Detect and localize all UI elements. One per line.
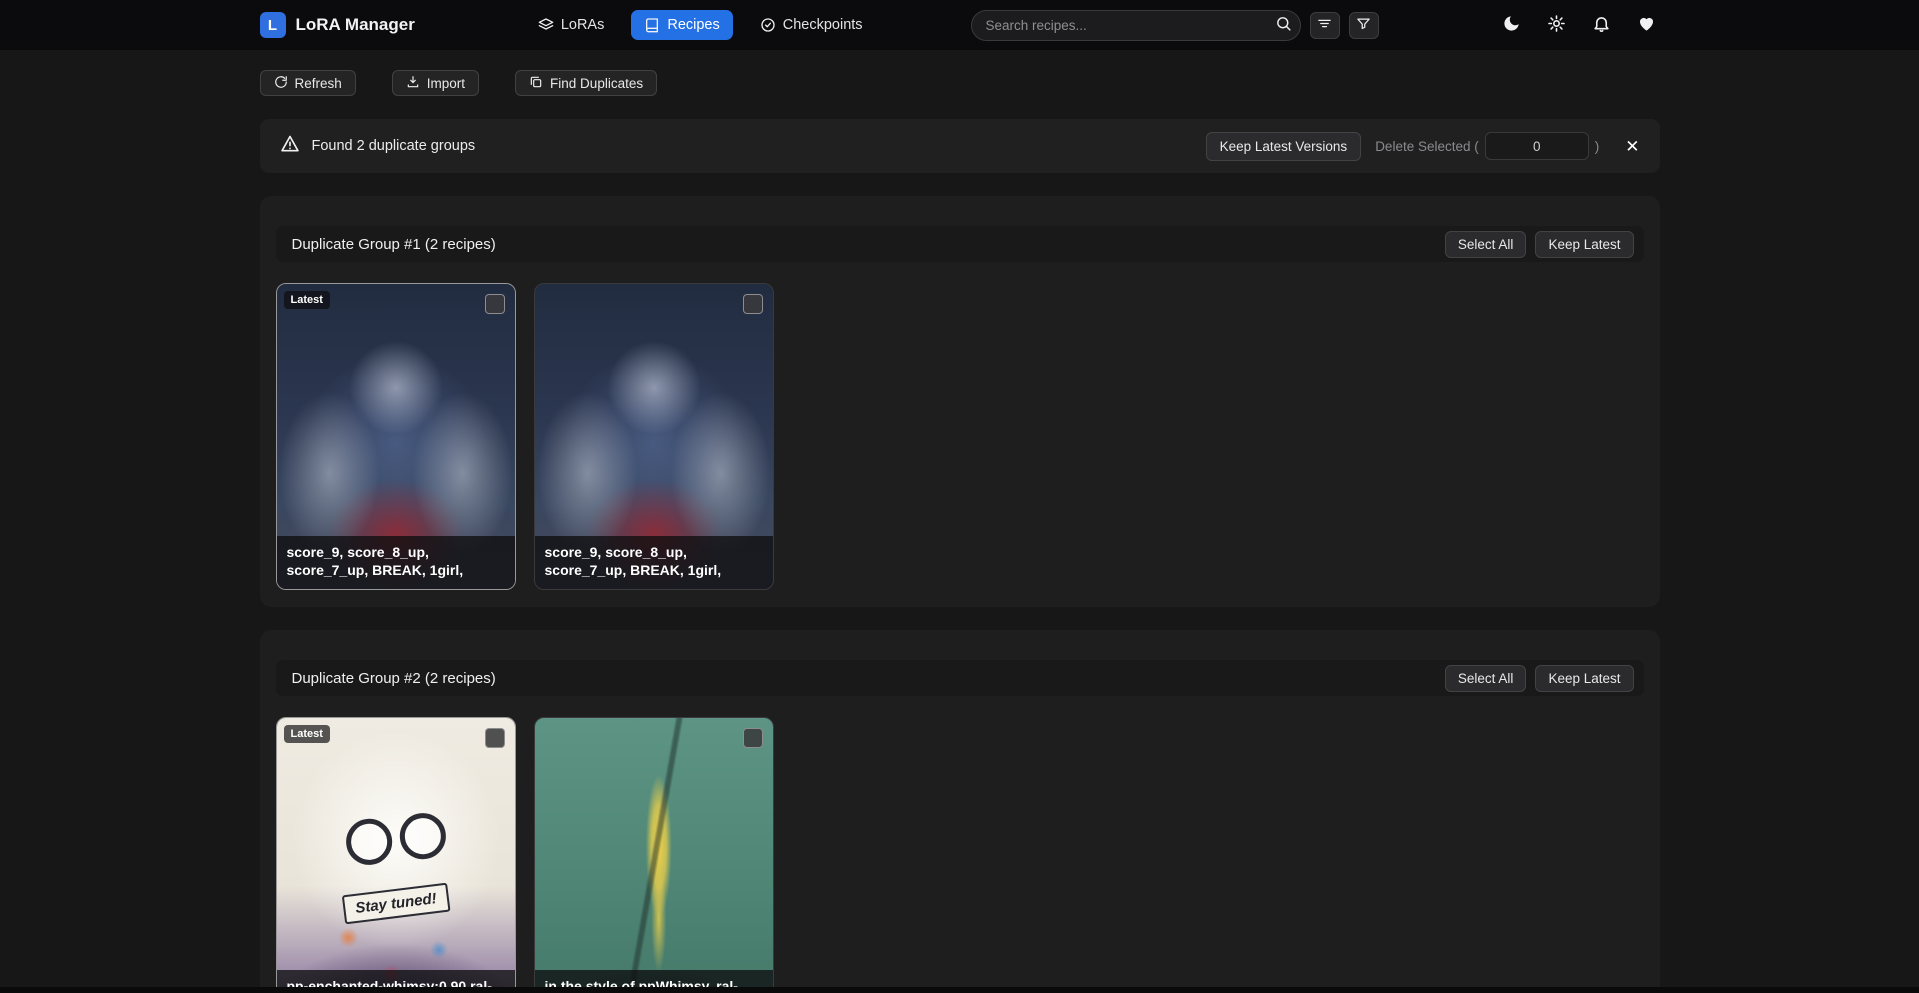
recipe-card[interactable]: in the style of ppWhimsy, ral-frctlgmtry… [534,717,774,993]
heart-icon [1637,14,1656,36]
cards-row: Latest score_9, score_8_up, score_7_up, … [276,283,1644,590]
find-duplicates-button[interactable]: Find Duplicates [515,70,657,96]
sign-text: Stay tuned! [341,882,449,924]
search-button[interactable] [1275,15,1292,35]
cat-glasses-artwork [343,810,447,866]
search-wrap [971,10,1301,41]
find-duplicates-label: Find Duplicates [550,76,643,91]
main-nav: LoRAs Recipes Checkpoints [525,10,876,40]
alert-actions: Keep Latest Versions Delete Selected ( )… [1206,132,1640,161]
latest-badge: Latest [284,725,330,743]
delete-selected-group: Delete Selected ( ) [1375,132,1599,160]
theme-toggle-button[interactable] [1499,12,1525,38]
card-checkbox[interactable] [485,294,505,314]
refresh-icon [274,75,288,92]
book-icon [644,17,660,33]
delete-selected-prefix: Delete Selected ( [1375,139,1479,154]
keep-latest-versions-button[interactable]: Keep Latest Versions [1206,132,1362,161]
card-checkbox[interactable] [485,728,505,748]
recipe-card[interactable]: Stay tuned! Latest pp-enchanted-whimsy:0… [276,717,516,993]
notifications-button[interactable] [1589,12,1615,38]
duplicate-group-panel-2: Duplicate Group #2 (2 recipes) Select Al… [260,630,1660,993]
support-button[interactable] [1634,12,1660,38]
nav-tab-loras[interactable]: LoRAs [525,10,618,40]
layers-icon [538,17,554,33]
group-title: Duplicate Group #2 (2 recipes) [292,670,496,687]
sliders-icon [1317,16,1332,34]
group-title: Duplicate Group #1 (2 recipes) [292,236,496,253]
funnel-icon [1356,16,1371,34]
refresh-label: Refresh [295,76,342,91]
select-all-button[interactable]: Select All [1445,231,1527,258]
group-header: Duplicate Group #2 (2 recipes) Select Al… [276,660,1644,696]
sort-options-button[interactable] [1310,12,1340,39]
refresh-button[interactable]: Refresh [260,70,356,96]
recipe-card[interactable]: score_9, score_8_up, score_7_up, BREAK, … [534,283,774,590]
copy-icon [529,75,543,92]
select-all-button[interactable]: Select All [1445,665,1527,692]
group-header-actions: Select All Keep Latest [1445,665,1634,692]
recipe-caption: score_9, score_8_up, score_7_up, BREAK, … [535,536,773,589]
card-checkbox[interactable] [743,728,763,748]
close-icon[interactable]: ✕ [1625,138,1639,155]
delete-selected-suffix: ) [1595,139,1600,154]
duplicate-group-panel-1: Duplicate Group #1 (2 recipes) Select Al… [260,196,1660,607]
import-button[interactable]: Import [392,70,479,96]
group-header-actions: Select All Keep Latest [1445,231,1634,258]
header-actions [1499,12,1660,38]
toolbar: Refresh Import Find Duplicates [260,70,1660,96]
bell-icon [1592,14,1611,36]
moon-icon [1502,14,1521,36]
search-icon [1275,20,1292,35]
import-icon [406,75,420,92]
latest-badge: Latest [284,291,330,309]
search-group [971,10,1379,41]
nav-tab-label: Checkpoints [783,17,863,33]
nav-tab-label: LoRAs [561,17,605,33]
recipe-card[interactable]: Latest score_9, score_8_up, score_7_up, … [276,283,516,590]
duplicates-alert-banner: Found 2 duplicate groups Keep Latest Ver… [260,119,1660,173]
group-header: Duplicate Group #1 (2 recipes) Select Al… [276,226,1644,262]
gear-icon [1547,14,1566,36]
keep-latest-button[interactable]: Keep Latest [1535,665,1633,692]
settings-button[interactable] [1544,12,1570,38]
import-label: Import [427,76,465,91]
recipe-caption: score_9, score_8_up, score_7_up, BREAK, … [277,536,515,589]
cards-row: Stay tuned! Latest pp-enchanted-whimsy:0… [276,717,1644,993]
filter-button[interactable] [1349,12,1379,39]
search-input[interactable] [971,10,1301,41]
viewport-bottom-edge [0,987,1919,993]
recipe-preview-image [535,718,773,993]
nav-tab-recipes[interactable]: Recipes [631,10,732,40]
selected-count-input[interactable] [1485,132,1589,160]
recipe-preview-image: Stay tuned! [277,718,515,993]
app-header: L LoRA Manager LoRAs Recipes Checkpoint [0,0,1919,50]
nav-tab-checkpoints[interactable]: Checkpoints [747,10,876,40]
logo-letter: L [268,17,277,34]
keep-latest-button[interactable]: Keep Latest [1535,231,1633,258]
app-title: LoRA Manager [296,15,415,35]
check-circle-icon [760,17,776,33]
warning-icon [280,134,300,159]
alert-message: Found 2 duplicate groups [312,138,476,154]
card-checkbox[interactable] [743,294,763,314]
app-logo: L [260,12,286,38]
nav-tab-label: Recipes [667,17,719,33]
